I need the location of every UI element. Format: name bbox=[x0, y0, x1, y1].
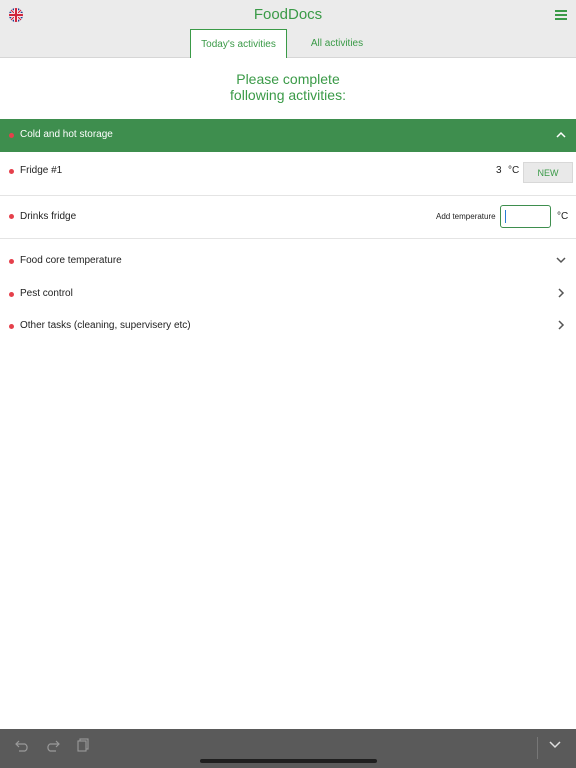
chevron-right-icon bbox=[558, 288, 565, 298]
item-label: Drinks fridge bbox=[20, 211, 77, 222]
chevron-right-icon bbox=[558, 320, 565, 330]
status-dot bbox=[9, 259, 14, 264]
temperature-value: 3 bbox=[496, 165, 502, 176]
new-reading-button[interactable]: NEW bbox=[523, 162, 573, 183]
item-label: Pest control bbox=[20, 288, 73, 299]
status-dot bbox=[9, 214, 14, 219]
text-cursor bbox=[505, 210, 506, 223]
list-item-food-core-temperature[interactable]: Food core temperature bbox=[0, 248, 576, 274]
redo-icon[interactable] bbox=[45, 739, 60, 752]
button-label: NEW bbox=[537, 167, 559, 178]
list-item-other-tasks[interactable]: Other tasks (cleaning, supervisery etc) bbox=[0, 313, 576, 339]
page-heading: Please complete following activities: bbox=[0, 71, 576, 103]
item-label: Other tasks (cleaning, supervisery etc) bbox=[20, 320, 191, 331]
item-label: Fridge #1 bbox=[20, 165, 63, 176]
divider bbox=[537, 737, 538, 759]
app-header: FoodDocs Today's activities All activiti… bbox=[0, 0, 576, 58]
section-title: Cold and hot storage bbox=[20, 129, 113, 140]
tab-todays-activities[interactable]: Today's activities bbox=[190, 29, 287, 58]
section-header-cold-hot-storage[interactable]: Cold and hot storage bbox=[0, 119, 576, 152]
tab-label: All activities bbox=[310, 37, 364, 49]
status-dot bbox=[9, 133, 14, 138]
list-item-fridge-1: Fridge #1 3 °C bbox=[0, 152, 576, 195]
hamburger-menu-icon[interactable] bbox=[555, 10, 567, 20]
app-title: FoodDocs bbox=[253, 6, 323, 23]
status-dot bbox=[9, 292, 14, 297]
chevron-up-icon[interactable] bbox=[556, 131, 566, 138]
list-item-pest-control[interactable]: Pest control bbox=[0, 281, 576, 307]
status-dot bbox=[9, 169, 14, 174]
divider bbox=[0, 238, 576, 239]
tab-label: Today's activities bbox=[201, 38, 276, 50]
home-indicator bbox=[200, 759, 377, 763]
keyboard-dismiss-icon[interactable] bbox=[549, 741, 561, 749]
status-dot bbox=[9, 324, 14, 329]
heading-line-1: Please complete bbox=[236, 71, 340, 87]
chevron-down-icon bbox=[556, 257, 566, 264]
add-temperature-label: Add temperature bbox=[436, 212, 496, 221]
temperature-unit: °C bbox=[557, 211, 569, 222]
heading-line-2: following activities: bbox=[230, 87, 346, 103]
list-item-drinks-fridge: Drinks fridge Add temperature °C bbox=[0, 196, 576, 238]
item-label: Food core temperature bbox=[20, 255, 122, 266]
tab-all-activities[interactable]: All activities bbox=[296, 29, 378, 57]
paste-icon[interactable] bbox=[77, 738, 90, 752]
temperature-unit: °C bbox=[508, 165, 520, 176]
temperature-input[interactable] bbox=[500, 205, 551, 228]
undo-icon[interactable] bbox=[15, 739, 30, 752]
